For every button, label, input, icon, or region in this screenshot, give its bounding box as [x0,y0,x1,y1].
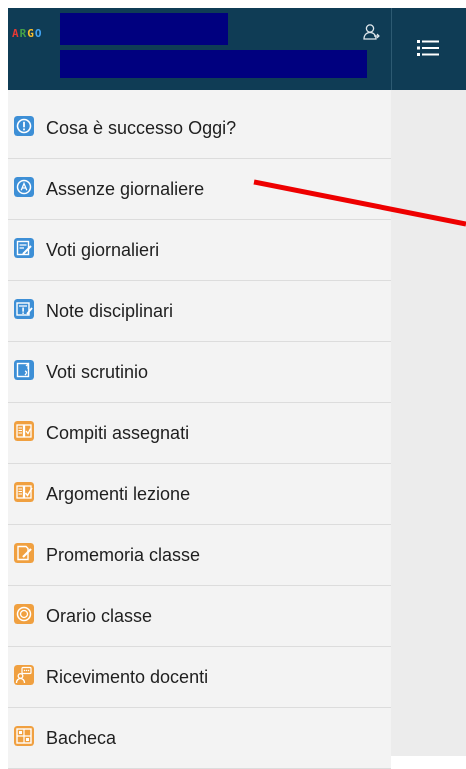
bulletin-board-icon [14,726,34,746]
menu-item-label: Argomenti lezione [46,484,191,504]
redacted-student-name [60,50,367,78]
daily-grades-icon [14,238,34,258]
discipline-notes-icon [14,299,34,319]
menu-item-label: Orario classe [46,606,153,626]
menu-item-label: Voti giornalieri [46,240,160,260]
final-grades-icon [14,360,34,380]
menu-item-label: Compiti assegnati [46,423,190,443]
class-schedule-icon [14,604,34,624]
menu-item-label: Note disciplinari [46,301,174,321]
menu-item-label: Bacheca [46,728,117,748]
app-screen: ARGO Cosa è successo Oggi? Assenze giorn… [0,0,466,769]
logo-letter: A [12,27,20,40]
menu-item-cosa-e-successo-oggi[interactable]: Cosa è successo Oggi? [8,98,391,159]
drawer-menu: Cosa è successo Oggi? Assenze giornalier… [8,98,391,769]
menu-item-ricevimento-docenti[interactable]: Ricevimento docenti [8,647,391,708]
menu-item-argomenti-lezione[interactable]: Argomenti lezione [8,464,391,525]
logo-letter: G [27,27,35,40]
menu-item-compiti-assegnati[interactable]: Compiti assegnati [8,403,391,464]
app-toolbar [391,8,466,90]
info-circle-icon [14,116,34,136]
absence-circle-icon [14,177,34,197]
redacted-school-name [60,13,228,45]
drawer-header: ARGO [8,8,391,90]
logo-letter: O [34,27,43,40]
menu-item-orario-classe[interactable]: Orario classe [8,586,391,647]
menu-item-label: Cosa è successo Oggi? [46,118,237,138]
menu-item-label: Assenze giornaliere [46,179,205,199]
lesson-topics-icon [14,482,34,502]
content-area [391,90,466,756]
user-switch-icon[interactable] [362,23,380,41]
hamburger-list-icon[interactable] [414,34,442,62]
menu-item-assenze-giornaliere[interactable]: Assenze giornaliere [8,159,391,220]
logo-letter: R [19,27,28,40]
navigation-drawer: ARGO Cosa è successo Oggi? Assenze giorn… [8,8,391,769]
menu-item-voti-scrutinio[interactable]: Voti scrutinio [8,342,391,403]
teacher-meeting-icon [14,665,34,685]
menu-item-note-disciplinari[interactable]: Note disciplinari [8,281,391,342]
menu-item-promemoria-classe[interactable]: Promemoria classe [8,525,391,586]
menu-item-label: Promemoria classe [46,545,201,565]
class-reminder-icon [14,543,34,563]
homework-book-icon [14,421,34,441]
menu-item-label: Voti scrutinio [46,362,149,382]
menu-item-bacheca[interactable]: Bacheca [8,708,391,769]
menu-item-voti-giornalieri[interactable]: Voti giornalieri [8,220,391,281]
menu-item-label: Ricevimento docenti [46,667,209,687]
argo-logo: ARGO [12,27,43,40]
